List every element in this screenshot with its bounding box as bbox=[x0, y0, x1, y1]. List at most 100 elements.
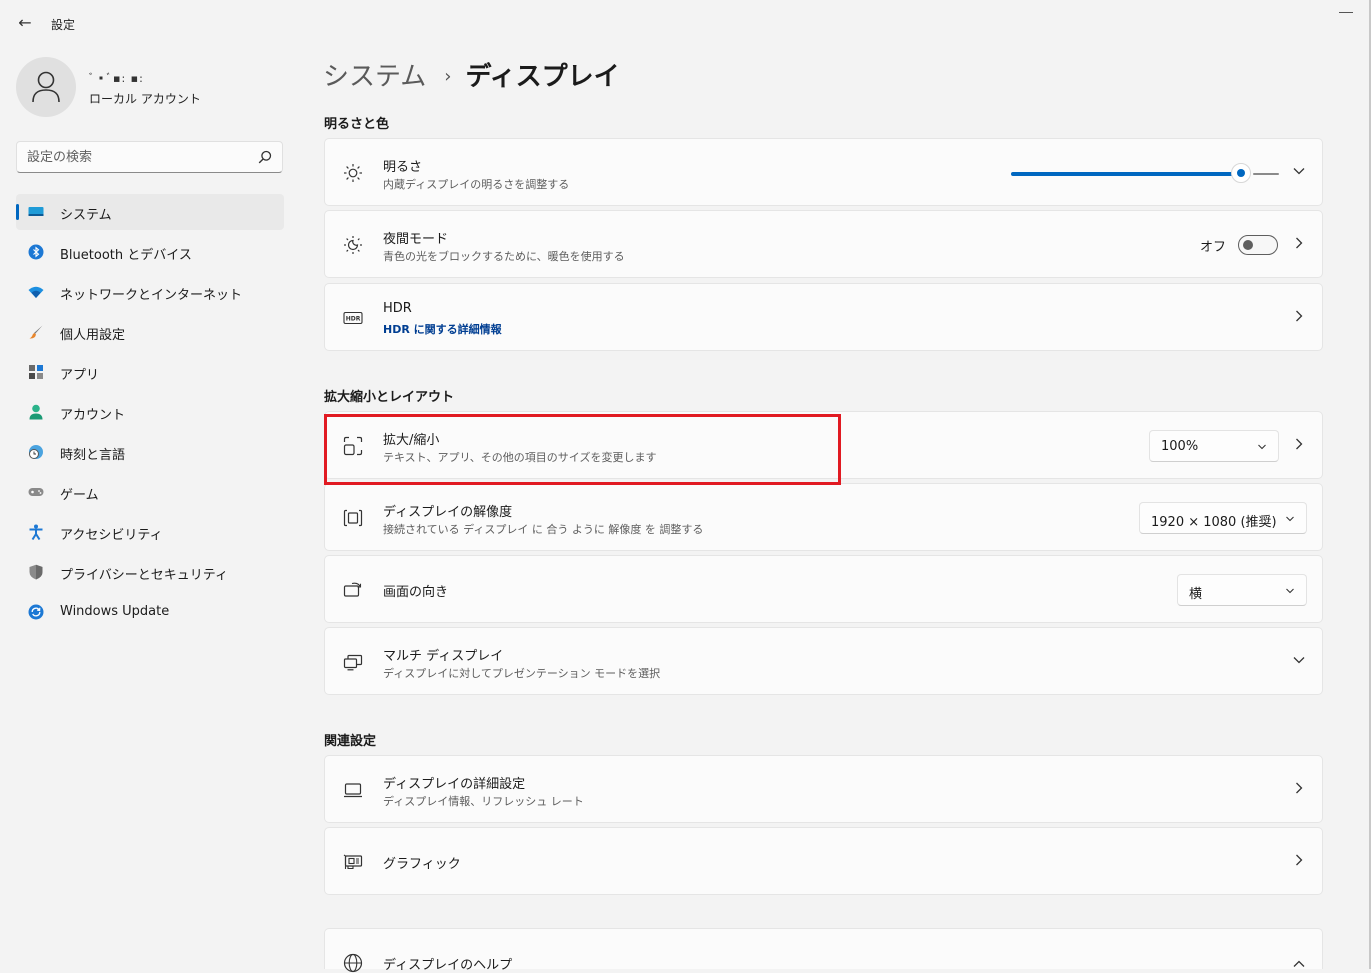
chevron-down-icon bbox=[1258, 444, 1266, 450]
sidebar-item-label: アプリ bbox=[60, 368, 100, 383]
section-title-brightness-color: 明るさと色 bbox=[324, 117, 390, 132]
advanced-display-title: ディスプレイの詳細設定 bbox=[383, 777, 526, 792]
sidebar-nav: システム Bluetooth とデバイス ネットワークとインターネット 個人用設… bbox=[16, 194, 284, 634]
sidebar-item-time-language[interactable]: 時刻と言語 bbox=[16, 434, 284, 470]
orientation-card: 画面の向き 横 bbox=[324, 555, 1323, 623]
user-name: ﾞ▪ﾞ▪: ▪: bbox=[89, 72, 144, 85]
chevron-right-icon[interactable] bbox=[1292, 853, 1306, 867]
resolution-subtitle: 接続されている ディスプレイ に 合う ように 解像度 を 調整する bbox=[383, 523, 704, 536]
scale-dropdown[interactable]: 100% bbox=[1149, 430, 1279, 462]
account-icon bbox=[29, 404, 43, 420]
brightness-title: 明るさ bbox=[383, 160, 423, 175]
chevron-right-icon[interactable] bbox=[1292, 236, 1306, 250]
night-light-subtitle: 青色の光をブロックするために、暖色を使用する bbox=[383, 250, 625, 263]
clock-globe-icon bbox=[29, 445, 43, 459]
hdr-title: HDR bbox=[383, 301, 412, 316]
night-light-card[interactable]: 夜間モード 青色の光をブロックするために、暖色を使用する オフ bbox=[324, 210, 1323, 278]
chevron-down-icon bbox=[1286, 588, 1294, 594]
sidebar-item-label: アカウント bbox=[60, 408, 126, 423]
graphics-card-icon bbox=[343, 854, 363, 870]
apps-icon bbox=[29, 365, 43, 379]
slider-fill bbox=[1011, 172, 1239, 176]
breadcrumb: システム › ディスプレイ bbox=[323, 56, 620, 93]
slider-thumb[interactable] bbox=[1231, 163, 1251, 183]
window-title: 設定 bbox=[51, 18, 76, 32]
resolution-card: ディスプレイの解像度 接続されている ディスプレイ に 合う ように 解像度 を… bbox=[324, 483, 1323, 551]
sidebar-item-label: 時刻と言語 bbox=[60, 448, 126, 463]
resolution-icon bbox=[343, 509, 363, 527]
person-icon bbox=[32, 71, 60, 103]
chevron-down-icon[interactable] bbox=[1292, 164, 1306, 178]
orientation-dropdown[interactable]: 横 bbox=[1177, 574, 1307, 606]
search-box[interactable] bbox=[16, 141, 283, 173]
account-type: ローカル アカウント bbox=[89, 92, 201, 106]
sidebar-item-gaming[interactable]: ゲーム bbox=[16, 474, 284, 510]
night-light-icon bbox=[344, 236, 362, 254]
chevron-right-icon[interactable] bbox=[1292, 437, 1306, 451]
windows-update-icon bbox=[28, 604, 44, 620]
page-title: ディスプレイ bbox=[465, 62, 620, 92]
multi-display-subtitle: ディスプレイに対してプレゼンテーション モードを選択 bbox=[383, 667, 661, 680]
brightness-card: 明るさ 内蔵ディスプレイの明るさを調整する bbox=[324, 138, 1323, 206]
accessibility-icon bbox=[29, 524, 43, 540]
hdr-icon: HDR bbox=[343, 311, 363, 325]
sidebar-item-label: システム bbox=[60, 208, 112, 223]
sidebar-item-bluetooth[interactable]: Bluetooth とデバイス bbox=[16, 234, 284, 270]
multi-display-icon bbox=[343, 654, 363, 671]
resolution-dropdown[interactable]: 1920 × 1080 (推奨) bbox=[1139, 502, 1307, 534]
minimize-icon[interactable] bbox=[1339, 12, 1353, 13]
search-icon[interactable] bbox=[258, 150, 272, 164]
scale-card[interactable]: 拡大/縮小 テキスト、アプリ、その他の項目のサイズを変更します 100% bbox=[324, 411, 1323, 479]
hdr-card[interactable]: HDR HDR HDR に関する詳細情報 bbox=[324, 283, 1323, 351]
back-arrow-icon[interactable]: ← bbox=[14, 12, 36, 34]
sidebar-item-apps[interactable]: アプリ bbox=[16, 354, 284, 390]
advanced-display-subtitle: ディスプレイ情報、リフレッシュ レート bbox=[383, 795, 584, 808]
sidebar-item-label: プライバシーとセキュリティ bbox=[60, 568, 228, 583]
brightness-subtitle: 内蔵ディスプレイの明るさを調整する bbox=[383, 178, 570, 191]
sidebar-item-accessibility[interactable]: アクセシビリティ bbox=[16, 514, 284, 550]
resolution-title: ディスプレイの解像度 bbox=[383, 505, 513, 520]
scale-subtitle: テキスト、アプリ、その他の項目のサイズを変更します bbox=[383, 451, 657, 464]
wifi-icon bbox=[28, 286, 44, 298]
scale-title: 拡大/縮小 bbox=[383, 433, 440, 448]
sidebar-item-personalization[interactable]: 個人用設定 bbox=[16, 314, 284, 350]
avatar[interactable] bbox=[16, 57, 76, 117]
chevron-right-icon[interactable] bbox=[1292, 309, 1306, 323]
brightness-slider[interactable] bbox=[1011, 163, 1279, 183]
orientation-icon bbox=[343, 582, 362, 597]
sidebar-item-label: アクセシビリティ bbox=[60, 528, 163, 543]
multi-display-card[interactable]: マルチ ディスプレイ ディスプレイに対してプレゼンテーション モードを選択 bbox=[324, 627, 1323, 695]
brush-icon bbox=[29, 325, 43, 339]
sidebar-item-privacy-security[interactable]: プライバシーとセキュリティ bbox=[16, 554, 284, 590]
toggle-state-label: オフ bbox=[1199, 240, 1226, 255]
graphics-card[interactable]: グラフィック bbox=[324, 827, 1323, 895]
hdr-info-link[interactable]: HDR に関する詳細情報 bbox=[383, 321, 502, 337]
bluetooth-icon bbox=[28, 244, 44, 260]
scale-value: 100% bbox=[1161, 439, 1199, 454]
multi-display-title: マルチ ディスプレイ bbox=[383, 649, 504, 664]
resolution-value: 1920 × 1080 (推奨) bbox=[1151, 515, 1277, 530]
toggle-knob bbox=[1243, 240, 1253, 250]
breadcrumb-parent[interactable]: システム bbox=[323, 62, 426, 92]
night-light-title: 夜間モード bbox=[383, 232, 449, 247]
sidebar-item-network[interactable]: ネットワークとインターネット bbox=[16, 274, 284, 310]
advanced-display-card[interactable]: ディスプレイの詳細設定 ディスプレイ情報、リフレッシュ レート bbox=[324, 755, 1323, 823]
sidebar-item-label: ゲーム bbox=[60, 488, 99, 503]
shield-icon bbox=[29, 564, 43, 580]
sidebar-item-windows-update[interactable]: Windows Update bbox=[16, 594, 284, 630]
search-input[interactable] bbox=[27, 148, 247, 166]
display-help-card[interactable]: ディスプレイのヘルプ bbox=[324, 928, 1323, 973]
sidebar-item-system[interactable]: システム bbox=[16, 194, 284, 230]
chevron-down-icon bbox=[1286, 516, 1294, 522]
chevron-down-icon[interactable] bbox=[1292, 653, 1306, 667]
chevron-right-icon[interactable] bbox=[1292, 781, 1306, 795]
section-title-related: 関連設定 bbox=[324, 734, 377, 749]
night-light-toggle[interactable] bbox=[1238, 235, 1278, 255]
title-bar: ← 設定 bbox=[0, 0, 1371, 46]
slider-track bbox=[1253, 173, 1279, 175]
display-help-title: ディスプレイのヘルプ bbox=[383, 958, 513, 973]
sidebar-item-accounts[interactable]: アカウント bbox=[16, 394, 284, 430]
monitor-icon bbox=[344, 783, 362, 798]
orientation-title: 画面の向き bbox=[383, 585, 449, 600]
sidebar-item-label: 個人用設定 bbox=[60, 328, 126, 343]
